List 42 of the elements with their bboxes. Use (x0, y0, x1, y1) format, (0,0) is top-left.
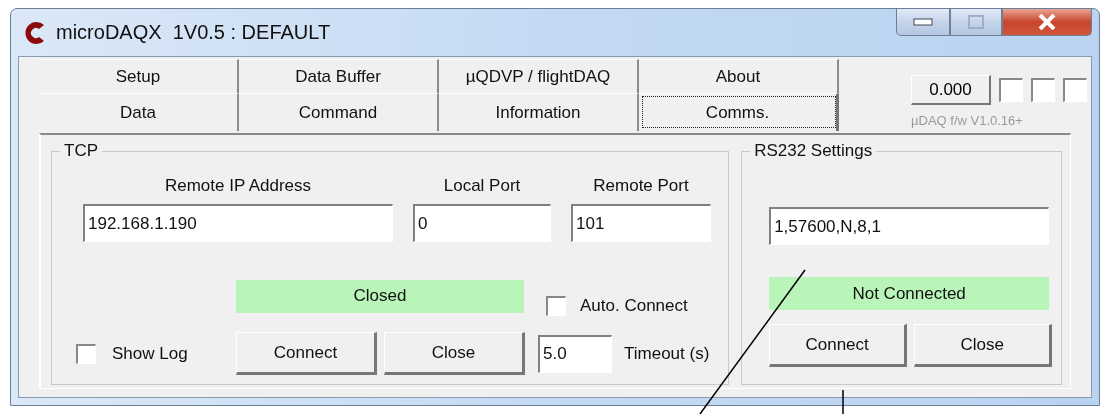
push-button[interactable]: Connect (236, 332, 377, 375)
input-field[interactable]: 101 (571, 204, 711, 242)
tab[interactable]: µQDVP / flightDAQ (439, 59, 639, 93)
field-label: Remote IP Address (163, 176, 313, 196)
push-button[interactable]: Connect (769, 324, 908, 367)
minimize-button[interactable] (896, 9, 950, 36)
group-title: RS232 Settings (750, 141, 877, 161)
input-field[interactable]: 192.168.1.190 (83, 204, 393, 242)
checkbox[interactable] (76, 343, 96, 364)
tab[interactable]: About (639, 59, 839, 93)
indicator-checkbox[interactable] (1063, 78, 1087, 102)
push-button[interactable]: Close (914, 324, 1053, 367)
tab[interactable]: Command (239, 93, 439, 131)
checkbox-label: Show Log (112, 343, 188, 364)
input-field[interactable]: 5.0 (538, 334, 612, 373)
input-field[interactable]: 0 (413, 204, 551, 242)
maximize-button[interactable] (950, 9, 1002, 36)
connection-status: Not Connected (769, 277, 1050, 310)
tab[interactable]: Data (39, 93, 239, 131)
checkbox[interactable] (546, 296, 566, 316)
leader-line (842, 389, 844, 414)
app-logo-icon (24, 19, 46, 46)
firmware-version: µDAQ f/w V1.0.16+ (911, 113, 1024, 128)
tab[interactable]: Information (439, 93, 639, 131)
value-button[interactable]: 0.000 (911, 75, 991, 105)
window-title: microDAQX 1V0.5 : DEFAULT (56, 21, 331, 44)
close-button[interactable] (1002, 9, 1092, 36)
indicator-checkbox[interactable] (999, 78, 1023, 102)
input-field[interactable]: 1,57600,N,8,1 (769, 207, 1050, 245)
minimize-icon (913, 18, 933, 26)
tab[interactable]: Setup (39, 59, 239, 93)
field-label: Local Port (442, 176, 522, 196)
close-icon (1038, 14, 1056, 30)
field-label: Remote Port (592, 176, 690, 196)
push-button[interactable]: Close (384, 332, 525, 375)
checkbox-label: Auto. Connect (580, 296, 688, 316)
tab[interactable]: Data Buffer (239, 59, 439, 93)
connection-status: Closed (236, 279, 524, 313)
indicator-checkbox[interactable] (1031, 78, 1055, 102)
tab[interactable]: Comms. (639, 93, 839, 131)
field-label: Timeout (s) (624, 343, 710, 364)
maximize-icon (968, 15, 984, 29)
